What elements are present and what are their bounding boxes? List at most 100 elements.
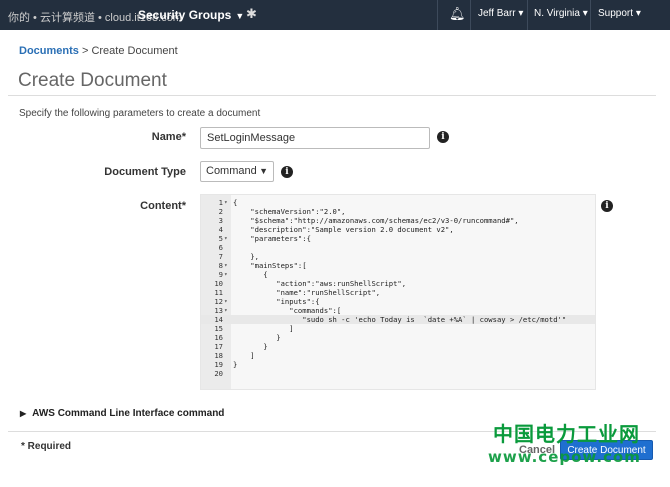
user-menu-label: Jeff Barr xyxy=(478,8,516,19)
line-number: 3 xyxy=(218,216,223,225)
code-text: "parameters":{ xyxy=(233,234,311,243)
line-number: 20 xyxy=(214,369,223,378)
line-number: 4 xyxy=(218,225,223,234)
code-text: "action":"aws:runShellScript", xyxy=(233,279,407,288)
document-type-value: Command xyxy=(206,165,257,177)
content-label: Content* xyxy=(140,200,186,212)
line-number: 12 xyxy=(214,297,223,306)
line-number: 8 xyxy=(218,261,223,270)
chevron-down-icon: ▼ xyxy=(235,11,245,21)
code-text: ] xyxy=(233,324,294,333)
editor-line: 20 xyxy=(201,369,595,378)
watermark-url: www.cepow.com xyxy=(488,448,641,466)
code-text: "inputs":{ xyxy=(233,297,320,306)
line-number: 16 xyxy=(214,333,223,342)
editor-line: 4 "description":"Sample version 2.0 docu… xyxy=(201,225,595,234)
chevron-down-icon: ▾ xyxy=(582,8,588,19)
fold-toggle-icon[interactable]: ▾ xyxy=(224,297,228,306)
line-number: 10 xyxy=(214,279,223,288)
divider xyxy=(8,95,656,96)
editor-line: 3 "$schema":"http://amazonaws.com/schema… xyxy=(201,216,595,225)
editor-line: 16 } xyxy=(201,333,595,342)
info-icon[interactable]: i xyxy=(281,166,293,178)
support-menu-label: Support xyxy=(598,8,634,19)
document-type-label: Document Type xyxy=(104,166,186,178)
fold-toggle-icon[interactable]: ▾ xyxy=(224,270,228,279)
editor-line: 14 "sudo sh -c 'echo Today is `date +%A`… xyxy=(201,315,595,324)
divider xyxy=(470,0,471,30)
breadcrumb-documents-link[interactable]: Documents xyxy=(19,45,79,57)
editor-line: 1 ▾ { xyxy=(201,198,595,207)
fold-toggle-icon[interactable]: ▾ xyxy=(224,198,228,207)
chevron-down-icon: ▾ xyxy=(518,8,524,19)
code-text: } xyxy=(233,360,238,369)
cli-command-expander[interactable]: ▶ AWS Command Line Interface command xyxy=(20,408,224,419)
services-menu-label: Security Groups xyxy=(138,8,232,22)
name-label: Name* xyxy=(151,131,186,143)
line-number: 14 xyxy=(214,315,223,324)
user-menu[interactable]: Jeff Barr ▾ xyxy=(478,8,523,19)
page-title: Create Document xyxy=(18,70,167,91)
chevron-down-icon: ▾ xyxy=(635,8,641,19)
code-text: { xyxy=(233,270,268,279)
breadcrumb-current: Create Document xyxy=(91,45,178,57)
line-number: 11 xyxy=(214,288,223,297)
line-number: 9 xyxy=(218,270,223,279)
line-number: 18 xyxy=(214,351,223,360)
code-text: { xyxy=(233,198,238,207)
code-text: "$schema":"http://amazonaws.com/schemas/… xyxy=(233,216,519,225)
fold-toggle-icon[interactable]: ▾ xyxy=(224,261,228,270)
code-text: "description":"Sample version 2.0 docume… xyxy=(233,225,454,234)
line-number: 13 xyxy=(214,306,223,315)
code-text: } xyxy=(233,342,268,351)
editor-line: 7 }, xyxy=(201,252,595,261)
line-number: 17 xyxy=(214,342,223,351)
region-menu[interactable]: N. Virginia ▾ xyxy=(534,8,588,19)
fold-toggle-icon[interactable]: ▾ xyxy=(224,234,228,243)
code-text: "sudo sh -c 'echo Today is `date +%A` | … xyxy=(233,315,567,324)
editor-line: 5 ▾ "parameters":{ xyxy=(201,234,595,243)
required-note: * Required xyxy=(21,441,72,452)
bell-icon[interactable]: 🔔︎ xyxy=(449,6,466,22)
editor-line: 15 ] xyxy=(201,324,595,333)
editor-line: 19} xyxy=(201,360,595,369)
code-text: } xyxy=(233,333,281,342)
divider xyxy=(590,0,591,30)
caret-right-icon: ▶ xyxy=(20,409,27,418)
editor-line: 9 ▾ { xyxy=(201,270,595,279)
editor-line: 8 ▾ "mainSteps":[ xyxy=(201,261,595,270)
code-text: "schemaVersion":"2.0", xyxy=(233,207,346,216)
divider xyxy=(437,0,438,30)
content-code-editor[interactable]: 1 ▾{2 "schemaVersion":"2.0", 3 "$schema":"… xyxy=(200,194,596,390)
name-input[interactable] xyxy=(200,127,430,149)
support-menu[interactable]: Support ▾ xyxy=(598,8,641,19)
watermark-title: 中国电力工业网 xyxy=(493,422,640,446)
editor-line: 10 "action":"aws:runShellScript", xyxy=(201,279,595,288)
line-number: 5 xyxy=(218,234,223,243)
code-text: }, xyxy=(233,252,259,261)
code-text: "commands":[ xyxy=(233,306,342,315)
line-number: 6 xyxy=(218,243,223,252)
breadcrumb: Documents > Create Document xyxy=(19,45,178,57)
cli-command-label: AWS Command Line Interface command xyxy=(32,408,225,419)
code-text: "mainSteps":[ xyxy=(233,261,307,270)
document-type-select[interactable]: Command ▼ xyxy=(200,161,274,182)
caret-down-icon: ▼ xyxy=(259,166,268,176)
pin-icon[interactable]: ✱ xyxy=(246,6,257,22)
editor-line: 13 ▾ "commands":[ xyxy=(201,306,595,315)
editor-line: 17 } xyxy=(201,342,595,351)
region-menu-label: N. Virginia xyxy=(534,8,580,19)
editor-line: 18 ] xyxy=(201,351,595,360)
line-number: 15 xyxy=(214,324,223,333)
services-menu[interactable]: Security Groups ▼ xyxy=(138,8,244,22)
line-number: 19 xyxy=(214,360,223,369)
info-icon[interactable]: i xyxy=(601,200,613,212)
line-number: 2 xyxy=(218,207,223,216)
info-icon[interactable]: i xyxy=(437,131,449,143)
code-text: "name":"runShellScript", xyxy=(233,288,381,297)
editor-line: 6 xyxy=(201,243,595,252)
code-text: ] xyxy=(233,351,255,360)
editor-line: 12 ▾ "inputs":{ xyxy=(201,297,595,306)
top-navigation-bar: 你的 • 云计算频道 • cloud.it168.com Security Gr… xyxy=(0,0,670,30)
fold-toggle-icon[interactable]: ▾ xyxy=(224,306,228,315)
